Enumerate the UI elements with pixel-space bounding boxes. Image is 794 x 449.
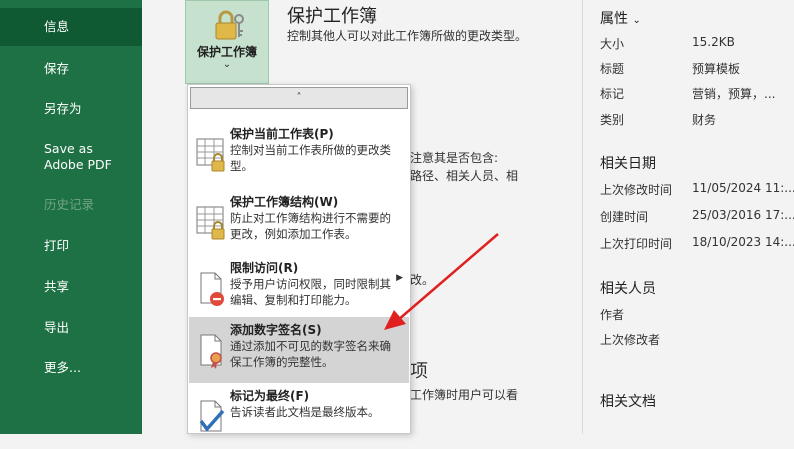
people-label-author: 作者	[600, 308, 625, 322]
date-value-modified: 11/05/2024 11:...	[692, 181, 794, 195]
menu-item-title: 限制访问(R)	[230, 261, 299, 275]
nav-share[interactable]: 共享	[0, 274, 142, 300]
menu-item-title: 标记为最终(F)	[230, 389, 310, 403]
nav-save-as[interactable]: 另存为	[0, 96, 142, 122]
prop-label-size: 大小	[600, 37, 625, 51]
nav-label: 另存为	[44, 101, 82, 116]
menu-item-mark-as-final[interactable]: 标记为最终(F) 告诉读者此文档是最终版本。	[189, 383, 409, 449]
prop-label-category: 类别	[600, 113, 625, 127]
menu-item-protect-sheet[interactable]: 保护当前工作表(P) 控制对当前工作表所做的更改类型。	[189, 121, 409, 187]
nav-label: 保存	[44, 61, 70, 76]
properties-dropdown[interactable]: 属性 ⌄	[600, 8, 641, 28]
date-value-printed: 18/10/2023 14:...	[692, 235, 794, 249]
prop-label-title: 标题	[600, 62, 625, 76]
menu-item-title: 保护工作簿结构(W)	[230, 195, 339, 209]
inspect-text-2: 路径、相关人员、相	[410, 169, 519, 183]
restrict-access-icon	[200, 272, 224, 306]
nav-save[interactable]: 保存	[0, 56, 142, 82]
browser-view-heading: 项	[410, 361, 428, 382]
date-label-created: 创建时间	[600, 210, 649, 224]
prop-value-tags[interactable]: 营销，预算，...	[692, 85, 775, 102]
chevron-down-icon: ⌄	[222, 59, 232, 70]
menu-item-title: 添加数字签名(S)	[230, 323, 322, 337]
workbook-lock-icon	[196, 206, 225, 240]
related-docs-title: 相关文档	[600, 394, 656, 410]
protect-workbook-menu: ˄ 保护当前工作表(P) 控制对当前工作表所做的更改类型。 保护工作簿结构(W)…	[187, 84, 411, 434]
protect-button-label: 保护工作簿	[196, 45, 257, 59]
nav-label: Save as Adobe PDF	[44, 141, 112, 172]
date-label-modified: 上次修改时间	[600, 183, 673, 197]
menu-item-protect-structure[interactable]: 保护工作簿结构(W) 防止对工作簿结构进行不需要的更改，例如添加工作表。	[189, 189, 409, 255]
mark-final-icon	[199, 400, 225, 432]
inspect-text-1: 注意其是否包含:	[410, 151, 499, 165]
prop-value-title[interactable]: 预算模板	[692, 60, 740, 77]
nav-label: 导出	[44, 320, 70, 335]
nav-info[interactable]: 信息	[0, 8, 142, 46]
menu-item-desc: 防止对工作簿结构进行不需要的更改，例如添加工作表。	[230, 211, 391, 241]
menu-item-desc: 控制对当前工作表所做的更改类型。	[230, 143, 391, 173]
menu-item-desc: 授予用户访问权限，同时限制其编辑、复制和打印能力。	[230, 277, 391, 307]
menu-item-title: 保护当前工作表(P)	[230, 127, 334, 141]
digital-signature-icon	[200, 334, 222, 369]
annotation-arrow-icon	[384, 233, 499, 330]
nav-label: 打印	[44, 238, 70, 253]
nav-label: 信息	[44, 19, 70, 34]
menu-scroll-up-button[interactable]: ˄	[190, 87, 408, 109]
nav-label: 历史记录	[44, 197, 95, 212]
backstage-sidebar: 信息 保存 另存为 Save as Adobe PDF 历史记录 打印 共享 导…	[0, 0, 142, 434]
browser-view-text: 工作簿时用户可以看	[410, 388, 519, 402]
nav-history[interactable]: 历史记录	[0, 192, 142, 218]
prop-label-tags: 标记	[600, 87, 625, 101]
prop-value-size: 15.2KB	[692, 35, 735, 49]
prop-value-category[interactable]: 财务	[692, 111, 716, 128]
lock-key-icon	[215, 10, 244, 40]
menu-item-desc: 通过添加不可见的数字签名来确保工作簿的完整性。	[230, 339, 391, 369]
protect-description: 控制其他人可以对此工作簿所做的更改类型。	[287, 29, 528, 43]
menu-item-add-digital-signature[interactable]: 添加数字签名(S) 通过添加不可见的数字签名来确保工作簿的完整性。	[189, 317, 409, 383]
related-dates-title: 相关日期	[600, 156, 656, 172]
related-people-title: 相关人员	[600, 281, 656, 297]
nav-print[interactable]: 打印	[0, 233, 142, 259]
nav-label: 更多...	[44, 360, 81, 375]
people-label-last-modified-by: 上次修改者	[600, 333, 661, 347]
menu-item-restrict-access[interactable]: 限制访问(R) 授予用户访问权限，同时限制其编辑、复制和打印能力。 ▶	[189, 255, 409, 321]
date-value-created: 25/03/2016 17:...	[692, 208, 794, 222]
nav-export[interactable]: 导出	[0, 315, 142, 341]
nav-save-as-adobe-pdf[interactable]: Save as Adobe PDF	[0, 141, 142, 175]
menu-item-desc: 告诉读者此文档是最终版本。	[230, 405, 380, 419]
nav-more[interactable]: 更多...	[0, 355, 142, 381]
protect-title: 保护工作簿	[287, 6, 377, 27]
chevron-down-icon: ⌄	[632, 15, 641, 26]
properties-title: 属性	[600, 11, 628, 27]
nav-label: 共享	[44, 279, 70, 294]
protect-workbook-button[interactable]: 保护工作簿 ⌄	[185, 0, 269, 84]
sheet-lock-icon	[196, 138, 225, 172]
panel-divider	[582, 0, 583, 434]
date-label-printed: 上次打印时间	[600, 237, 673, 251]
